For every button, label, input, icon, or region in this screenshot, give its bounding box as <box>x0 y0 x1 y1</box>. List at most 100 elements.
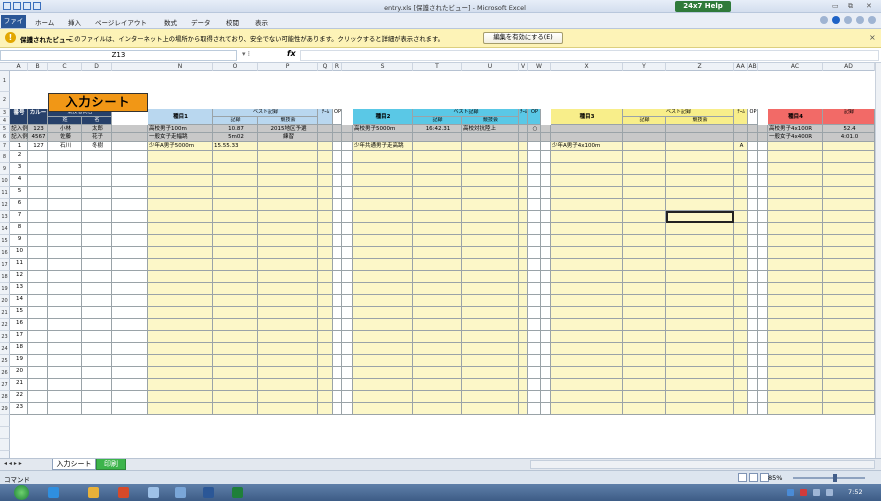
cell-meet1[interactable] <box>258 223 318 235</box>
cell-event2[interactable] <box>353 391 413 403</box>
restore-icon[interactable]: ⧉ <box>848 2 853 11</box>
sheet-nav-buttons[interactable]: ◂ ◂ ▸ ▸ <box>4 460 22 467</box>
value-no[interactable]: 11 <box>10 259 28 271</box>
cell-event3[interactable] <box>551 283 623 295</box>
cell-team3[interactable] <box>734 223 748 235</box>
cell-gap1[interactable] <box>342 379 353 391</box>
value-event3[interactable]: 少年A男子4x100m <box>551 142 623 151</box>
cell-gap2[interactable] <box>541 355 551 367</box>
folder-icon[interactable] <box>88 487 99 498</box>
cell-op1[interactable] <box>333 295 342 307</box>
cell-gap3[interactable] <box>758 271 768 283</box>
cell-event4[interactable] <box>768 235 823 247</box>
cell-op2[interactable] <box>528 151 541 163</box>
cell-event2[interactable] <box>353 319 413 331</box>
cell-team1[interactable] <box>318 403 333 415</box>
cell-mei[interactable] <box>82 343 112 355</box>
cell-meet3[interactable] <box>666 151 734 163</box>
cell-card[interactable] <box>28 151 48 163</box>
cell-mei[interactable] <box>82 367 112 379</box>
cell-meet2[interactable] <box>462 211 519 223</box>
value-no[interactable]: 10 <box>10 247 28 259</box>
cell-blank[interactable] <box>112 271 148 283</box>
cell-team1[interactable] <box>318 175 333 187</box>
value-meet1[interactable]: 2015地区予選 <box>258 125 318 133</box>
cell-record2[interactable] <box>413 247 462 259</box>
column-header[interactable]: AC <box>768 63 823 71</box>
cell-team2[interactable] <box>519 223 528 235</box>
cell-gap2[interactable] <box>541 319 551 331</box>
column-header[interactable]: P <box>258 63 318 71</box>
cell-record4[interactable] <box>823 355 875 367</box>
cell-event3[interactable] <box>551 199 623 211</box>
cell-gap2[interactable] <box>541 142 551 151</box>
cell-record2[interactable] <box>413 307 462 319</box>
cell-event1[interactable] <box>148 163 213 175</box>
value-no[interactable]: 12 <box>10 271 28 283</box>
cell-record4[interactable] <box>823 211 875 223</box>
cell-op2[interactable] <box>528 199 541 211</box>
cell-team3[interactable] <box>734 151 748 163</box>
row-header[interactable]: 21 <box>0 307 10 319</box>
cell-record3[interactable] <box>623 379 666 391</box>
cell-op2[interactable] <box>528 379 541 391</box>
cell-record1[interactable] <box>213 211 258 223</box>
cell-op1[interactable] <box>333 391 342 403</box>
row-header[interactable]: 15 <box>0 235 10 247</box>
cell-team2[interactable] <box>519 343 528 355</box>
header-best2[interactable]: ベスト記録 <box>413 109 519 117</box>
column-header[interactable]: AA <box>734 63 748 71</box>
cell-record1[interactable] <box>213 163 258 175</box>
cell-team2[interactable] <box>519 125 528 133</box>
cell-team3[interactable] <box>734 343 748 355</box>
cell-event2[interactable] <box>353 367 413 379</box>
cell-meet3[interactable] <box>666 295 734 307</box>
cell-record1[interactable] <box>213 367 258 379</box>
cell-op1[interactable] <box>333 259 342 271</box>
cell-record3[interactable] <box>623 331 666 343</box>
cell-record3[interactable] <box>623 247 666 259</box>
cell-record2[interactable] <box>413 391 462 403</box>
tab-view[interactable]: 表示 <box>255 17 268 27</box>
insert-function-icon[interactable]: fx <box>287 49 296 58</box>
cell-gap3[interactable] <box>758 319 768 331</box>
cell-card[interactable] <box>28 163 48 175</box>
cell-card[interactable] <box>28 199 48 211</box>
cell-gap3[interactable] <box>758 175 768 187</box>
cell-record3[interactable] <box>623 403 666 415</box>
cell-team2[interactable] <box>519 307 528 319</box>
value-no[interactable]: 21 <box>10 379 28 391</box>
cell-op1[interactable] <box>333 307 342 319</box>
value-no[interactable]: 記入例 <box>10 125 28 133</box>
cell-gap3[interactable] <box>758 331 768 343</box>
cell-team3[interactable] <box>734 379 748 391</box>
header-record3[interactable]: 記録 <box>623 117 666 125</box>
value-event2[interactable] <box>353 133 413 142</box>
cell-gap3[interactable] <box>758 199 768 211</box>
cell-op3[interactable] <box>748 133 758 142</box>
cell-sei[interactable] <box>48 199 82 211</box>
cell-blank[interactable] <box>112 355 148 367</box>
cell-team2[interactable] <box>519 163 528 175</box>
cell-record2[interactable] <box>413 211 462 223</box>
cell-event3[interactable] <box>551 355 623 367</box>
value-no[interactable]: 3 <box>10 163 28 175</box>
cell-sei[interactable] <box>48 295 82 307</box>
cell-gap2[interactable] <box>541 391 551 403</box>
cell-event2[interactable] <box>353 283 413 295</box>
cell-sei[interactable] <box>48 187 82 199</box>
cell-sei[interactable] <box>48 163 82 175</box>
cell-blank[interactable] <box>112 319 148 331</box>
cell-op2[interactable] <box>528 319 541 331</box>
value-sei[interactable]: 石川 <box>48 142 82 151</box>
cell-mei[interactable] <box>82 235 112 247</box>
value-record1[interactable]: 15.55.33 <box>213 142 258 151</box>
cell-event3[interactable] <box>551 391 623 403</box>
cell-meet2[interactable] <box>462 355 519 367</box>
cell-meet1[interactable] <box>258 235 318 247</box>
cell-sei[interactable] <box>48 151 82 163</box>
row-header[interactable]: 23 <box>0 331 10 343</box>
cell-team1[interactable] <box>318 391 333 403</box>
cell-event4[interactable] <box>768 259 823 271</box>
cell-mei[interactable] <box>82 247 112 259</box>
